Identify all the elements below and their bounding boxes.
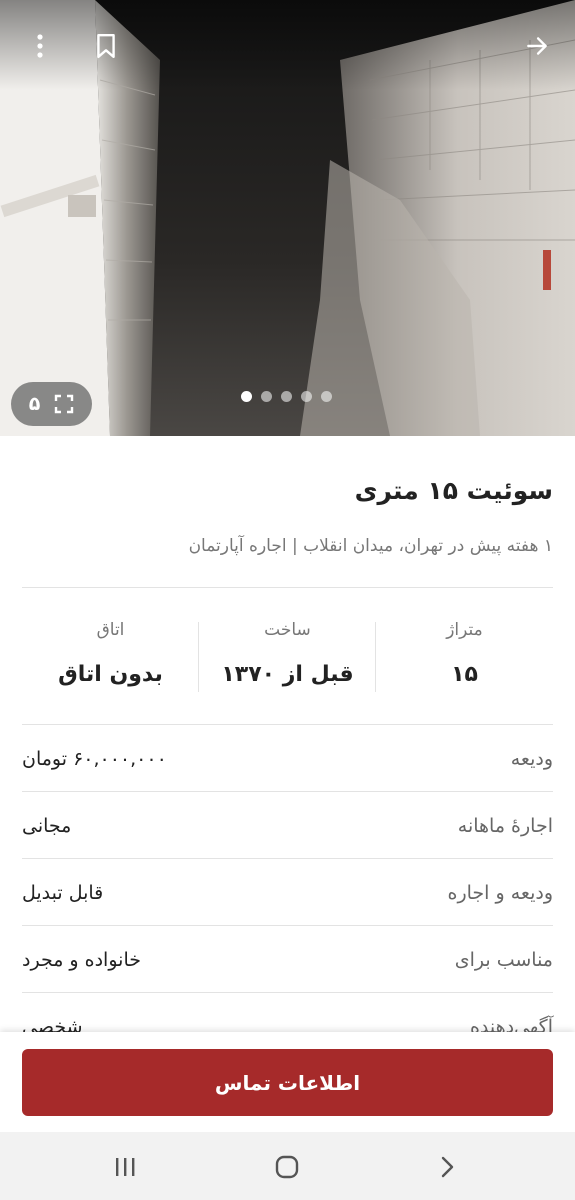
contact-info-button[interactable]: اطلاعات تماس <box>22 1049 553 1116</box>
detail-value: ۶۰,۰۰۰,۰۰۰ تومان <box>22 747 167 770</box>
key-stats: متراژ ۱۵ ساخت قبل از ۱۳۷۰ اتاق بدون اتاق <box>22 614 553 702</box>
detail-key: آگهی‌دهنده <box>469 1015 553 1033</box>
stat-label: اتاق <box>96 620 125 640</box>
recent-apps-button[interactable] <box>108 1150 142 1184</box>
stat-label: متراژ <box>446 620 483 640</box>
stat-label: ساخت <box>264 620 311 640</box>
gallery-count: ۵ <box>28 393 41 415</box>
detail-row-monthly-rent: اجارهٔ ماهانه مجانی <box>22 792 553 859</box>
more-options-button[interactable] <box>22 28 58 64</box>
stat-value: بدون اتاق <box>58 662 163 687</box>
divider <box>22 587 553 588</box>
detail-row-convertible: ودیعه و اجاره قابل تبدیل <box>22 859 553 926</box>
gallery-dot <box>281 391 292 402</box>
detail-row-deposit: ودیعه ۶۰,۰۰۰,۰۰۰ تومان <box>22 725 553 792</box>
gallery-dot <box>321 391 332 402</box>
bookmark-icon <box>97 33 115 59</box>
stat-area: متراژ ۱۵ <box>376 614 553 702</box>
back-button[interactable] <box>519 28 555 64</box>
top-gradient <box>0 0 575 90</box>
detail-value: شخصی <box>22 1015 83 1033</box>
detail-value: قابل تبدیل <box>22 881 104 904</box>
stat-value: قبل از ۱۳۷۰ <box>221 662 354 687</box>
stat-rooms: اتاق بدون اتاق <box>22 614 199 702</box>
detail-key: ودیعه <box>510 747 553 770</box>
home-button[interactable] <box>270 1150 304 1184</box>
stat-value: ۱۵ <box>451 662 478 687</box>
listing-subtitle: ۱ هفته پیش در تهران، میدان انقلاب | اجار… <box>188 536 553 556</box>
system-back-button[interactable] <box>430 1150 464 1184</box>
listing-photo-gallery[interactable]: ۵ <box>0 0 575 436</box>
more-vertical-icon <box>37 34 43 58</box>
arrow-right-icon <box>527 37 547 55</box>
home-icon <box>275 1155 299 1179</box>
detail-row-advertiser: آگهی‌دهنده شخصی <box>22 993 553 1033</box>
bottom-action-bar: اطلاعات تماس <box>0 1032 575 1132</box>
detail-value: خانواده و مجرد <box>22 948 141 971</box>
listing-title: سوئیت ۱۵ متری <box>354 476 553 505</box>
gallery-dot <box>261 391 272 402</box>
gallery-dot <box>301 391 312 402</box>
listing-details: سوئیت ۱۵ متری ۱ هفته پیش در تهران، میدان… <box>0 436 575 1032</box>
detail-key: ودیعه و اجاره <box>447 881 553 904</box>
stat-built: ساخت قبل از ۱۳۷۰ <box>199 614 376 702</box>
detail-key: مناسب برای <box>454 948 553 971</box>
detail-row-suitable-for: مناسب برای خانواده و مجرد <box>22 926 553 993</box>
bookmark-button[interactable] <box>88 28 124 64</box>
recent-apps-icon <box>116 1158 135 1176</box>
gallery-pagination <box>241 391 332 402</box>
expand-icon <box>55 394 74 414</box>
detail-value: مجانی <box>22 814 72 837</box>
chevron-right-icon <box>441 1156 454 1178</box>
detail-key: اجارهٔ ماهانه <box>457 814 553 837</box>
gallery-dot <box>241 391 252 402</box>
system-navigation-bar <box>0 1132 575 1200</box>
gallery-count-badge[interactable]: ۵ <box>11 382 92 426</box>
